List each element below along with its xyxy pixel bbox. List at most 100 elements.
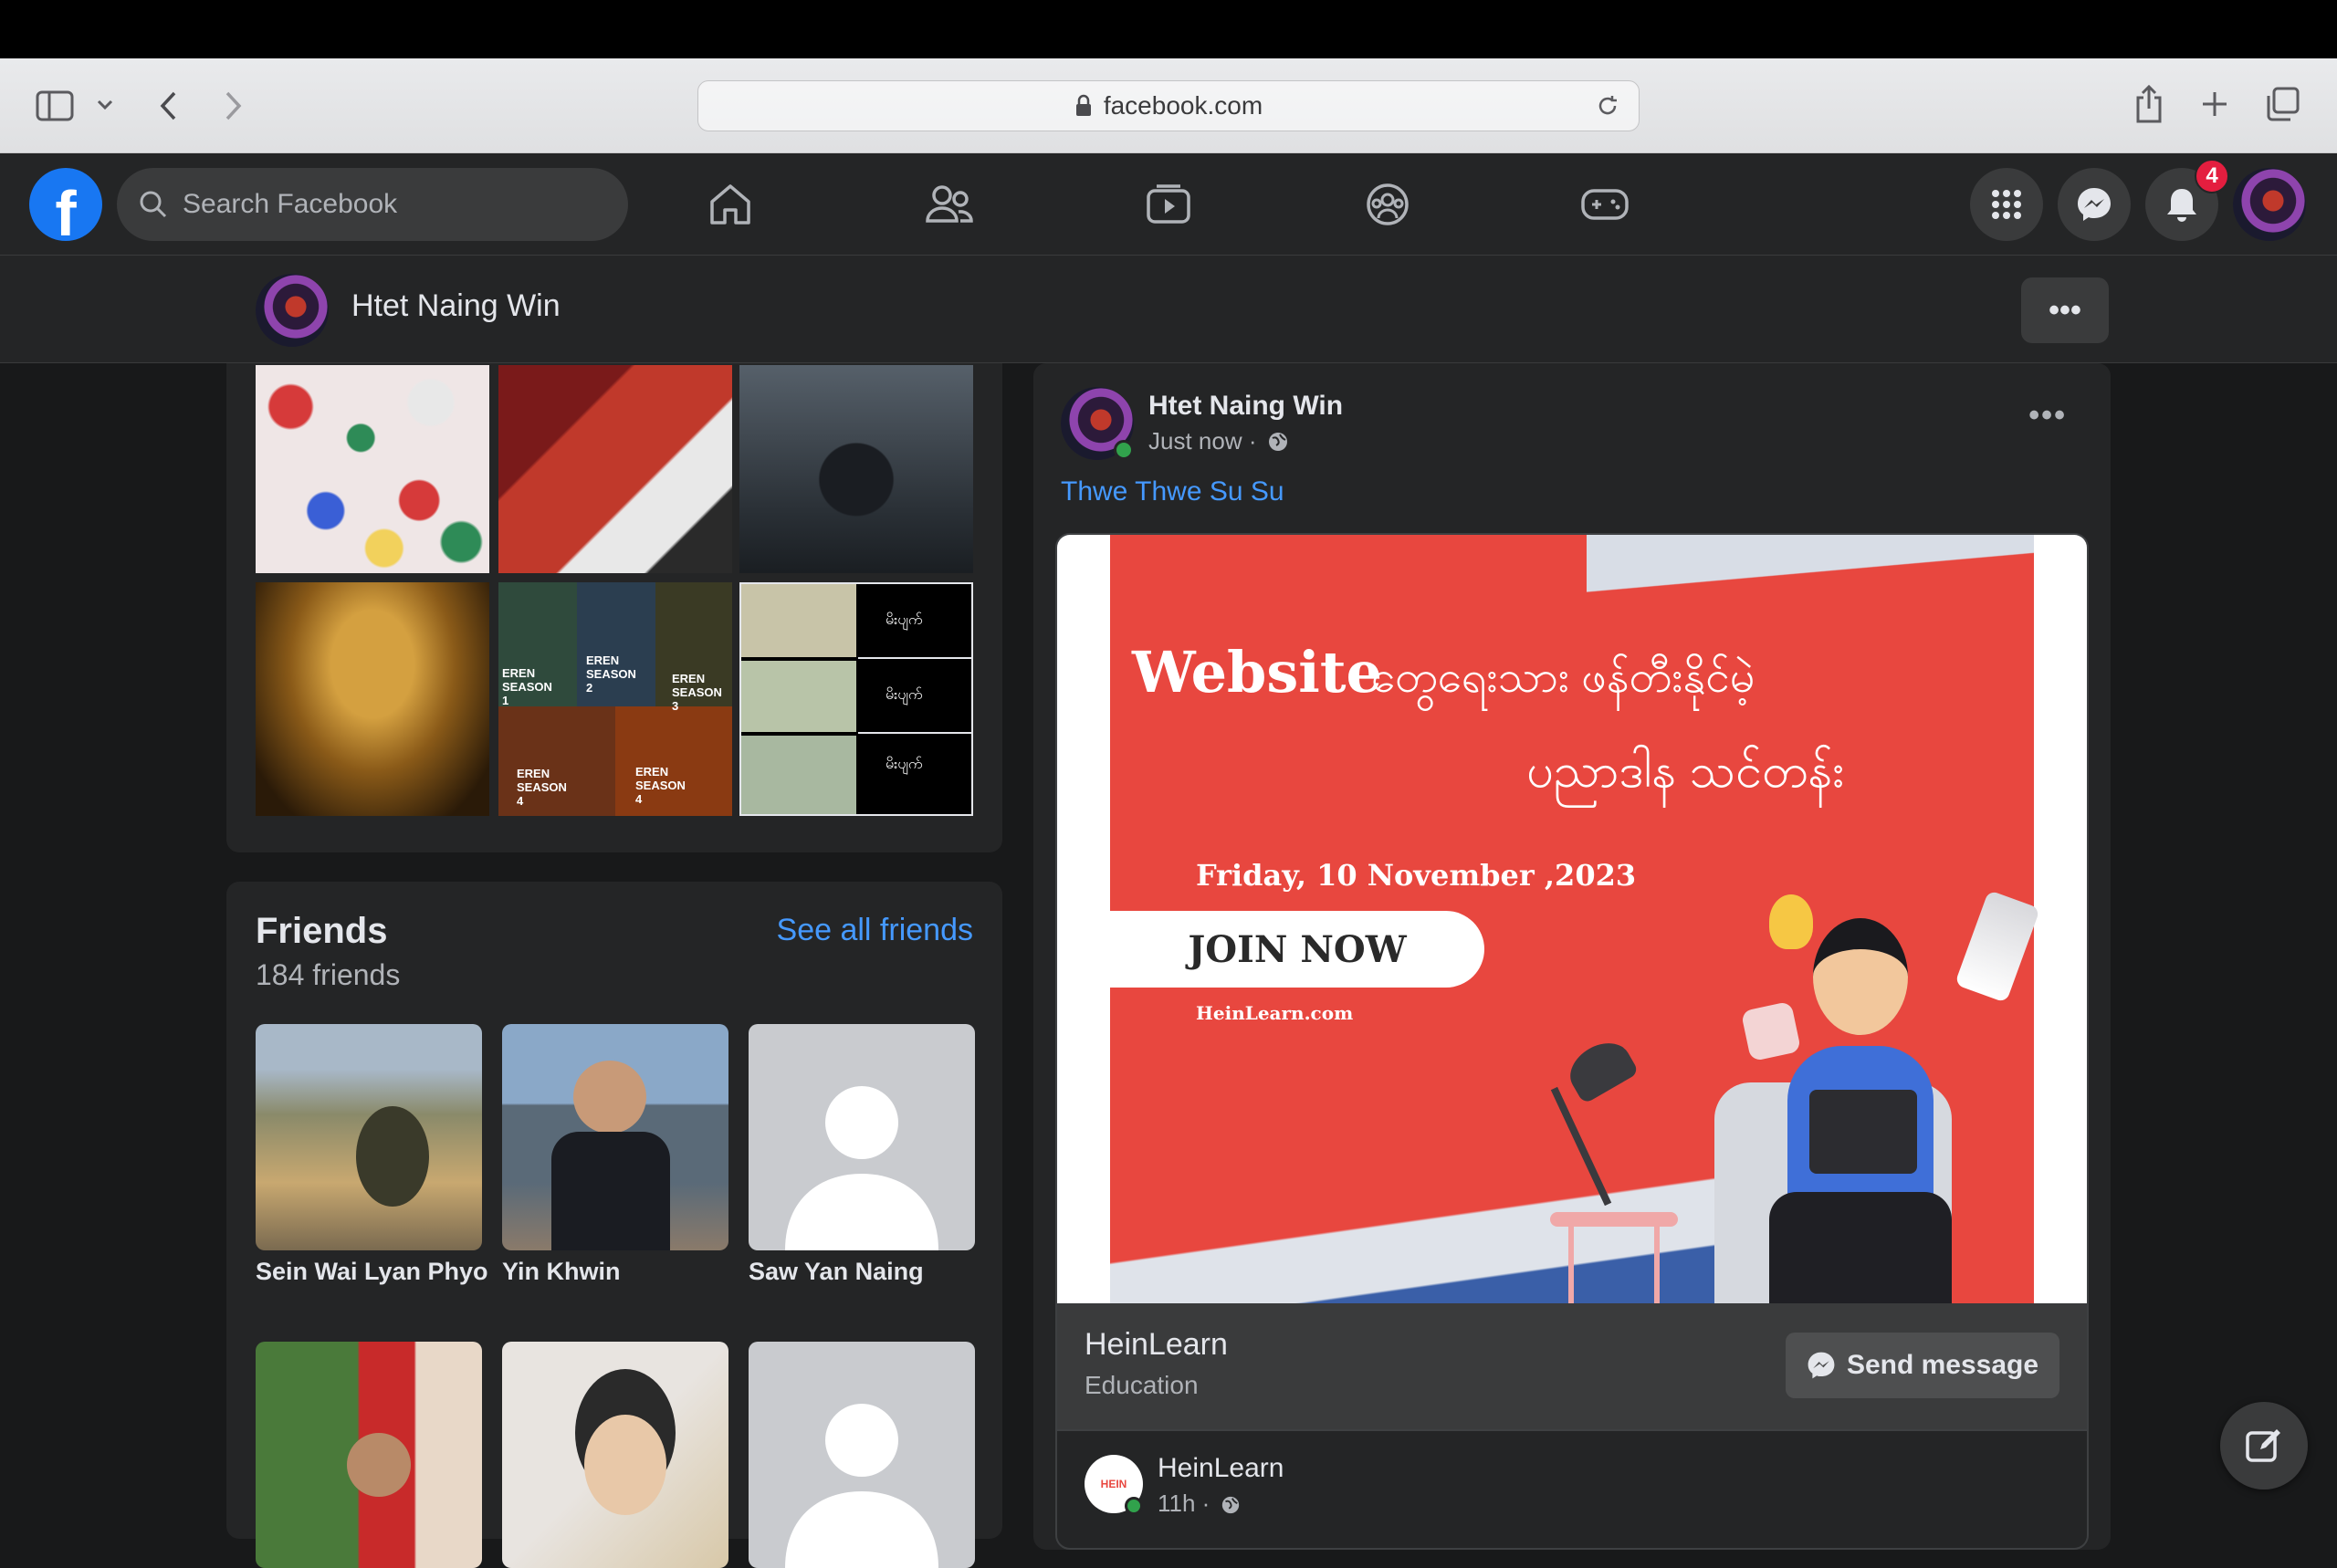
- messenger-icon: [2078, 188, 2111, 221]
- friends-card: Friends 184 friends See all friends Sein…: [226, 882, 1002, 1568]
- sidebar-toggle-icon[interactable]: [33, 84, 77, 128]
- send-message-label: Send message: [1846, 1350, 2039, 1380]
- facebook-header: f 4: [0, 153, 2337, 256]
- photo-caption: EREN SEASON 2: [586, 653, 636, 695]
- address-text: facebook.com: [1103, 91, 1263, 120]
- address-bar[interactable]: facebook.com: [697, 80, 1640, 131]
- messenger-button[interactable]: [2058, 168, 2131, 241]
- post-timestamp[interactable]: Just now ·: [1148, 427, 1289, 455]
- browser-toolbar: facebook.com: [0, 58, 2337, 153]
- sponsored-attachment[interactable]: Website တွေရေးသား ဖန်တီးနိုင်မဲ့ ပညာဒါန …: [1055, 533, 2089, 1550]
- photo-tile[interactable]: [256, 582, 489, 816]
- account-avatar[interactable]: [2233, 168, 2306, 241]
- friends-icon[interactable]: [924, 179, 975, 230]
- tabs-overview-icon[interactable]: [2262, 84, 2302, 124]
- ad-site: HeinLearn.com: [1196, 1002, 1354, 1024]
- shared-post-time-text: 11h ·: [1158, 1490, 1210, 1517]
- bell-icon: [2167, 189, 2196, 222]
- ad-image[interactable]: Website တွေရေးသား ဖန်တီးနိုင်မဲ့ ပညာဒါန …: [1057, 535, 2087, 1303]
- ad-footer: HeinLearn Education Send message: [1057, 1303, 2087, 1429]
- post-time-text: Just now ·: [1148, 427, 1257, 455]
- new-message-button[interactable]: [2220, 1402, 2308, 1490]
- desk-lamp-icon: [1532, 1032, 1641, 1210]
- online-indicator: [1125, 1497, 1143, 1515]
- ad-date: Friday, 10 November ,2023: [1196, 858, 1637, 893]
- lightbulb-icon: [1769, 894, 1813, 949]
- search-icon: [140, 191, 167, 218]
- photo-tile[interactable]: [739, 365, 973, 573]
- photos-card: EREN SEASON 1 EREN SEASON 2 EREN SEASON …: [226, 363, 1002, 852]
- friends-count: 184 friends: [256, 958, 401, 991]
- friend-name[interactable]: Saw Yan Naing: [749, 1258, 924, 1286]
- photo-tile[interactable]: [498, 365, 732, 573]
- photo-caption: EREN SEASON 3: [672, 672, 722, 713]
- post-more-button[interactable]: •••: [2028, 398, 2067, 434]
- shared-post-header: HEIN HeinLearn 11h ·: [1057, 1429, 2087, 1548]
- menu-grid-button[interactable]: [1970, 168, 2043, 241]
- post-tagged-user[interactable]: Thwe Thwe Su Su: [1061, 476, 1284, 507]
- photo-caption: မိးပျက်: [886, 757, 923, 772]
- friend-photo-placeholder[interactable]: [749, 1024, 975, 1250]
- profile-sticky-bar: Htet Naing Win •••: [0, 256, 2337, 363]
- photo-caption: မိးပျက်: [886, 612, 923, 628]
- friend-photo[interactable]: [502, 1024, 728, 1250]
- send-message-button[interactable]: Send message: [1786, 1333, 2059, 1398]
- home-icon[interactable]: [705, 179, 756, 230]
- post-card: Htet Naing Win Just now · ••• Thwe Thwe …: [1033, 363, 2111, 1550]
- shared-post-author[interactable]: HeinLearn: [1158, 1453, 1284, 1484]
- character-head: [1813, 918, 1908, 1035]
- photo-tile[interactable]: [256, 365, 489, 573]
- grid-icon: [1992, 190, 2021, 219]
- friend-photo[interactable]: [256, 1024, 482, 1250]
- groups-icon[interactable]: [1362, 179, 1413, 230]
- system-top-bar: [0, 0, 2337, 58]
- notification-badge: 4: [2195, 159, 2229, 193]
- photo-caption: EREN SEASON 4: [635, 765, 686, 806]
- shared-post-time[interactable]: 11h ·: [1158, 1490, 1241, 1518]
- laptop-icon: [1809, 1090, 1917, 1174]
- character-legs: [1769, 1192, 1952, 1303]
- back-icon[interactable]: [150, 86, 186, 126]
- photo-caption: မိးပျက်: [886, 687, 923, 703]
- see-all-friends-link[interactable]: See all friends: [777, 913, 973, 948]
- profile-more-button[interactable]: •••: [2021, 277, 2109, 343]
- advertiser-name[interactable]: HeinLearn: [1085, 1327, 1228, 1363]
- watch-icon[interactable]: [1143, 179, 1194, 230]
- globe-icon: [1268, 433, 1287, 451]
- share-icon[interactable]: [2129, 80, 2169, 128]
- photo-caption: EREN SEASON 1: [502, 666, 552, 707]
- forward-icon[interactable]: [215, 86, 252, 126]
- side-table: [1550, 1212, 1678, 1303]
- globe-icon: [1221, 1496, 1239, 1514]
- gaming-icon[interactable]: [1579, 179, 1630, 230]
- person-icon: [785, 1404, 938, 1568]
- lock-icon: [1075, 94, 1091, 116]
- new-tab-icon[interactable]: [2196, 86, 2233, 122]
- facebook-logo[interactable]: f: [29, 168, 102, 241]
- friend-name[interactable]: Sein Wai Lyan Phyo: [256, 1258, 488, 1286]
- post-author-name[interactable]: Htet Naing Win: [1148, 391, 1343, 422]
- photo-caption: EREN SEASON 4: [517, 767, 567, 808]
- ad-join-now-button[interactable]: JOIN NOW: [1110, 911, 1484, 988]
- friend-photo[interactable]: [502, 1342, 728, 1568]
- search-box[interactable]: [117, 168, 628, 241]
- heart-bubble-icon: [1740, 1000, 1802, 1062]
- ad-headline-en: Website: [1132, 639, 1382, 706]
- friend-photo[interactable]: [256, 1342, 482, 1568]
- photo-tile[interactable]: မိးပျက် မိးပျက် မိးပျက်: [739, 582, 973, 816]
- ad-headline-my-1: တွေရေးသား ဖန်တီးနိုင်မဲ့: [1371, 653, 1755, 702]
- profile-name[interactable]: Htet Naing Win: [351, 288, 561, 324]
- friend-name[interactable]: Yin Khwin: [502, 1258, 621, 1286]
- compose-icon: [2246, 1429, 2280, 1462]
- chevron-down-icon[interactable]: [91, 91, 119, 119]
- online-indicator: [1114, 440, 1134, 460]
- reload-icon[interactable]: [1595, 93, 1620, 119]
- person-icon: [785, 1086, 938, 1250]
- advertiser-category: Education: [1085, 1371, 1199, 1399]
- search-input[interactable]: [183, 189, 584, 220]
- ad-headline-my-2: ပညာဒါန သင်တန်း: [1526, 745, 1845, 798]
- friend-photo-placeholder[interactable]: [749, 1342, 975, 1568]
- friends-title[interactable]: Friends: [256, 911, 387, 952]
- photo-tile[interactable]: EREN SEASON 1 EREN SEASON 2 EREN SEASON …: [498, 582, 732, 816]
- profile-avatar[interactable]: [256, 274, 329, 347]
